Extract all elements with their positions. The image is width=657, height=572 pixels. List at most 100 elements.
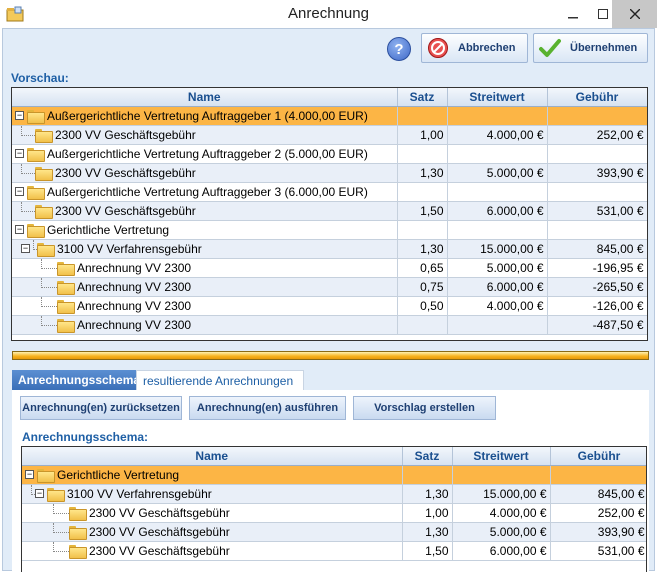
preview-label: Vorschau: bbox=[11, 71, 69, 85]
table-row[interactable]: − Außergerichtliche Vertretung Auftraggeb… bbox=[12, 182, 647, 202]
help-button[interactable]: ? bbox=[387, 37, 411, 61]
table-row[interactable]: 2300 VV Geschäftsgebühr 1,30 5.000,00 € … bbox=[12, 163, 647, 183]
table-row[interactable]: 2300 VV Geschäftsgebühr 1,50 6.000,00 € … bbox=[12, 201, 647, 221]
row-streitwert bbox=[452, 465, 551, 485]
folder-icon bbox=[69, 544, 87, 559]
folder-icon bbox=[27, 185, 45, 200]
row-satz: 1,00 bbox=[397, 125, 448, 145]
row-name: Anrechnung VV 2300 bbox=[77, 317, 192, 332]
row-streitwert: 5.000,00 € bbox=[447, 258, 548, 278]
collapse-toggle-icon[interactable]: − bbox=[21, 244, 30, 253]
column-header-name[interactable]: Name bbox=[22, 447, 403, 466]
panel-splitter[interactable] bbox=[12, 351, 649, 360]
row-gebuehr: -126,00 € bbox=[547, 296, 647, 316]
row-name: Anrechnung VV 2300 bbox=[77, 279, 192, 294]
execute-button[interactable]: Anrechnung(en) ausführen bbox=[189, 396, 346, 420]
table-row[interactable]: − Außergerichtliche Vertretung Auftraggeb… bbox=[12, 106, 647, 126]
table-row[interactable]: Anrechnung VV 2300 -487,50 € bbox=[12, 315, 647, 335]
row-satz bbox=[397, 106, 448, 126]
folder-icon bbox=[47, 487, 65, 502]
table-row[interactable]: − Gerichtliche Vertretung bbox=[12, 220, 647, 240]
column-header-gebuehr[interactable]: Gebühr bbox=[550, 447, 646, 466]
close-button[interactable] bbox=[612, 0, 657, 28]
row-name: 2300 VV Geschäftsgebühr bbox=[55, 165, 196, 180]
accept-button[interactable]: Übernehmen bbox=[533, 33, 648, 63]
row-satz: 0,65 bbox=[397, 258, 448, 278]
row-name: Außergerichtliche Vertretung Auftraggebe… bbox=[47, 146, 368, 161]
row-streitwert: 5.000,00 € bbox=[452, 522, 551, 542]
row-streitwert bbox=[447, 315, 548, 335]
row-satz bbox=[397, 315, 448, 335]
row-satz: 1,30 bbox=[402, 522, 453, 542]
table-row[interactable]: 2300 VV Geschäftsgebühr 1,00 4.000,00 € … bbox=[12, 125, 647, 145]
row-gebuehr: 845,00 € bbox=[547, 239, 647, 259]
collapse-toggle-icon[interactable]: − bbox=[15, 187, 24, 196]
cancel-label: Abbrechen bbox=[458, 42, 516, 54]
row-name: 2300 VV Geschäftsgebühr bbox=[89, 524, 230, 539]
folder-icon bbox=[35, 166, 53, 181]
collapse-toggle-icon[interactable]: − bbox=[15, 225, 24, 234]
tab-strip: Anrechnungsschema resultierende Anrechnu… bbox=[12, 368, 649, 390]
preview-header-row: Name Satz Streitwert Gebühr bbox=[12, 88, 647, 107]
close-icon bbox=[629, 9, 640, 19]
table-row[interactable]: − 3100 VV Verfahrensgebühr 1,30 15.000,00… bbox=[12, 239, 647, 259]
table-row[interactable]: − Außergerichtliche Vertretung Auftraggeb… bbox=[12, 144, 647, 164]
row-name: 2300 VV Geschäftsgebühr bbox=[89, 543, 230, 558]
row-name: Anrechnung VV 2300 bbox=[77, 260, 192, 275]
row-name: Anrechnung VV 2300 bbox=[77, 298, 192, 313]
column-header-name[interactable]: Name bbox=[12, 88, 398, 107]
help-icon: ? bbox=[394, 41, 404, 58]
row-satz bbox=[397, 144, 448, 164]
collapse-toggle-icon[interactable]: − bbox=[35, 489, 44, 498]
row-name: 2300 VV Geschäftsgebühr bbox=[55, 203, 196, 218]
table-row[interactable]: − 3100 VV Verfahrensgebühr 1,30 15.000,00… bbox=[22, 484, 646, 504]
suggest-button[interactable]: Vorschlag erstellen bbox=[353, 396, 496, 420]
tab-resultierende-anrechnungen[interactable]: resultierende Anrechnungen bbox=[136, 370, 304, 390]
collapse-toggle-icon[interactable]: − bbox=[15, 111, 24, 120]
collapse-toggle-icon[interactable]: − bbox=[15, 149, 24, 158]
schema-grid[interactable]: Name Satz Streitwert Gebühr − Gerichtlich… bbox=[21, 446, 647, 572]
row-satz: 1,50 bbox=[397, 201, 448, 221]
row-streitwert bbox=[447, 144, 548, 164]
row-streitwert bbox=[447, 106, 548, 126]
tab-anrechnungsschema[interactable]: Anrechnungsschema bbox=[12, 370, 140, 390]
row-satz: 1,30 bbox=[402, 484, 453, 504]
column-header-gebuehr[interactable]: Gebühr bbox=[547, 88, 647, 107]
column-header-streitwert[interactable]: Streitwert bbox=[447, 88, 548, 107]
collapse-toggle-icon[interactable]: − bbox=[25, 470, 34, 479]
preview-grid[interactable]: Name Satz Streitwert Gebühr − Außergerich… bbox=[11, 87, 648, 341]
row-satz bbox=[397, 182, 448, 202]
row-streitwert: 6.000,00 € bbox=[452, 541, 551, 561]
row-gebuehr bbox=[547, 182, 647, 202]
table-row[interactable]: 2300 VV Geschäftsgebühr 1,50 6.000,00 € … bbox=[22, 541, 646, 561]
row-gebuehr bbox=[550, 465, 646, 485]
row-streitwert: 4.000,00 € bbox=[452, 503, 551, 523]
column-header-satz[interactable]: Satz bbox=[397, 88, 448, 107]
row-name: Gerichtliche Vertretung bbox=[47, 222, 170, 237]
table-row[interactable]: 2300 VV Geschäftsgebühr 1,30 5.000,00 € … bbox=[22, 522, 646, 542]
row-gebuehr bbox=[547, 144, 647, 164]
column-header-satz[interactable]: Satz bbox=[402, 447, 453, 466]
table-row[interactable]: Anrechnung VV 2300 0,75 6.000,00 € -265,… bbox=[12, 277, 647, 297]
reset-button[interactable]: Anrechnung(en) zurücksetzen bbox=[20, 396, 182, 420]
table-row[interactable]: Anrechnung VV 2300 0,65 5.000,00 € -196,… bbox=[12, 258, 647, 278]
row-name: Gerichtliche Vertretung bbox=[57, 467, 180, 482]
folder-icon bbox=[27, 147, 45, 162]
column-header-streitwert[interactable]: Streitwert bbox=[452, 447, 551, 466]
row-streitwert bbox=[447, 220, 548, 240]
row-name: Außergerichtliche Vertretung Auftraggebe… bbox=[47, 184, 368, 199]
tab-panel: Anrechnung(en) zurücksetzen Anrechnung(e… bbox=[12, 390, 649, 572]
folder-icon bbox=[57, 299, 75, 314]
folder-icon bbox=[69, 525, 87, 540]
folder-icon bbox=[57, 261, 75, 276]
title-bar: Anrechnung bbox=[0, 0, 657, 28]
row-streitwert bbox=[447, 182, 548, 202]
table-row[interactable]: − Gerichtliche Vertretung bbox=[22, 465, 646, 485]
table-row[interactable]: Anrechnung VV 2300 0,50 4.000,00 € -126,… bbox=[12, 296, 647, 316]
row-gebuehr: 845,00 € bbox=[550, 484, 646, 504]
cancel-button[interactable]: Abbrechen bbox=[421, 33, 528, 63]
folder-icon bbox=[37, 468, 55, 483]
row-satz: 1,00 bbox=[402, 503, 453, 523]
table-row[interactable]: 2300 VV Geschäftsgebühr 1,00 4.000,00 € … bbox=[22, 503, 646, 523]
minimize-button[interactable] bbox=[556, 0, 590, 28]
